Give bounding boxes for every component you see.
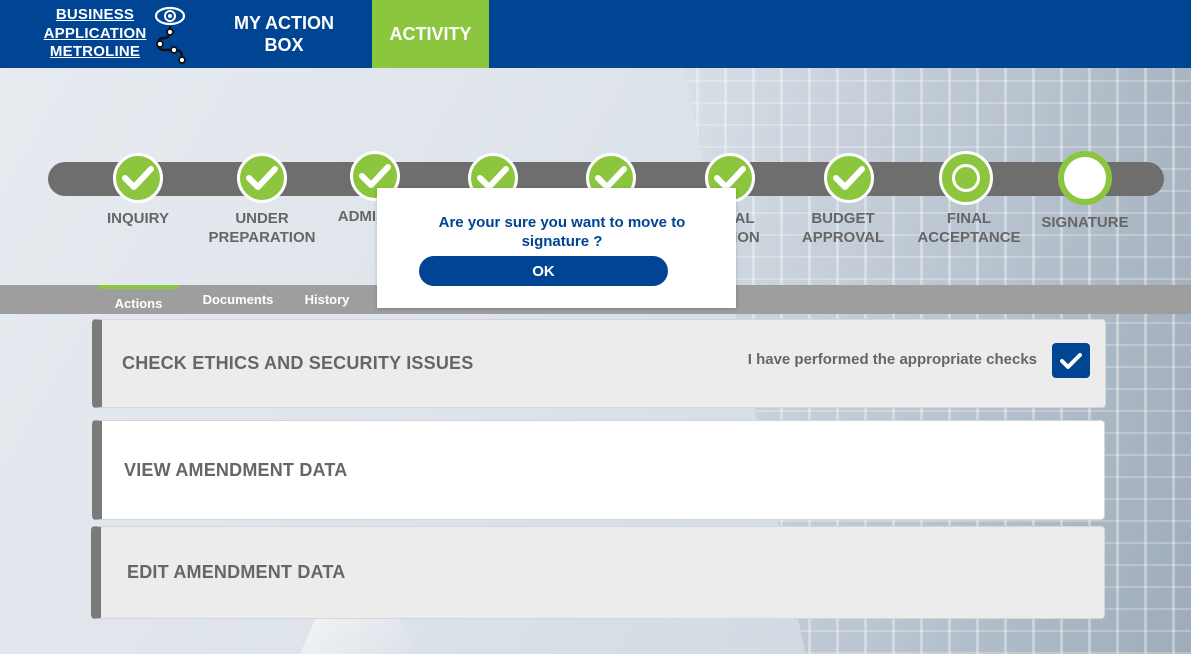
step-label: BUDGET APPROVAL — [801, 210, 885, 246]
logo-line-3: METROLINE — [49, 43, 141, 61]
card-edit-amendment[interactable]: EDIT AMENDMENT DATA — [91, 526, 1105, 619]
nav-activity[interactable]: ACTIVITY — [372, 0, 489, 68]
step-label: INQUIRY — [107, 210, 169, 227]
checkmark-icon — [359, 164, 391, 188]
step-current-circle — [939, 151, 993, 205]
confirm-message: Are your sure you want to move to signat… — [438, 214, 686, 250]
eye-metroline-icon — [155, 6, 187, 64]
top-navigation-bar: BUSINESS APPLICATION METROLINE MY ACTION… — [0, 0, 1191, 68]
current-ring-icon — [952, 164, 980, 192]
step-done-circle — [113, 153, 163, 203]
step-label: FINAL ACCEPTANCE — [917, 210, 1021, 246]
nav-my-action-box-line-1: MY ACTION — [233, 13, 334, 33]
step-signature[interactable]: SIGNATURE — [1015, 151, 1155, 232]
checkmark-icon — [1060, 352, 1082, 369]
card-title: EDIT AMENDMENT DATA — [127, 562, 346, 582]
tab-actions[interactable]: Actions — [98, 285, 179, 314]
tab-history[interactable]: History — [298, 285, 356, 314]
logo-text: BUSINESS APPLICATION METROLINE — [44, 6, 147, 62]
step-label: SIGNATURE — [1041, 214, 1129, 231]
card-view-amendment[interactable]: VIEW AMENDMENT DATA — [92, 420, 1105, 520]
logo-line-2: APPLICATION — [43, 24, 147, 42]
ethics-check-label: I have performed the appropriate checks — [747, 351, 1037, 368]
tab-documents[interactable]: Documents — [198, 285, 278, 314]
card-title: VIEW AMENDMENT DATA — [124, 459, 348, 480]
step-label: UNDER PREPARATION — [208, 210, 316, 246]
step-pending-circle — [1058, 151, 1112, 205]
step-done-circle — [237, 153, 287, 203]
checkmark-icon — [833, 166, 865, 190]
app-logo[interactable]: BUSINESS APPLICATION METROLINE — [0, 0, 196, 68]
ok-button[interactable]: OK — [419, 256, 668, 286]
checkmark-icon — [246, 166, 278, 190]
confirm-dialog: Are your sure you want to move to signat… — [377, 188, 736, 308]
ethics-checkbox[interactable] — [1052, 343, 1090, 378]
step-done-circle — [824, 153, 874, 203]
logo-line-1: BUSINESS — [55, 6, 135, 24]
step-inquiry[interactable]: INQUIRY — [68, 153, 208, 228]
nav-my-action-box-line-2: BOX — [264, 35, 304, 55]
checkmark-icon — [122, 166, 154, 190]
card-check-ethics[interactable]: CHECK ETHICS AND SECURITY ISSUES I have … — [92, 319, 1106, 408]
nav-my-action-box[interactable]: MY ACTION BOX — [196, 0, 372, 68]
card-title: CHECK ETHICS AND SECURITY ISSUES — [122, 353, 474, 373]
